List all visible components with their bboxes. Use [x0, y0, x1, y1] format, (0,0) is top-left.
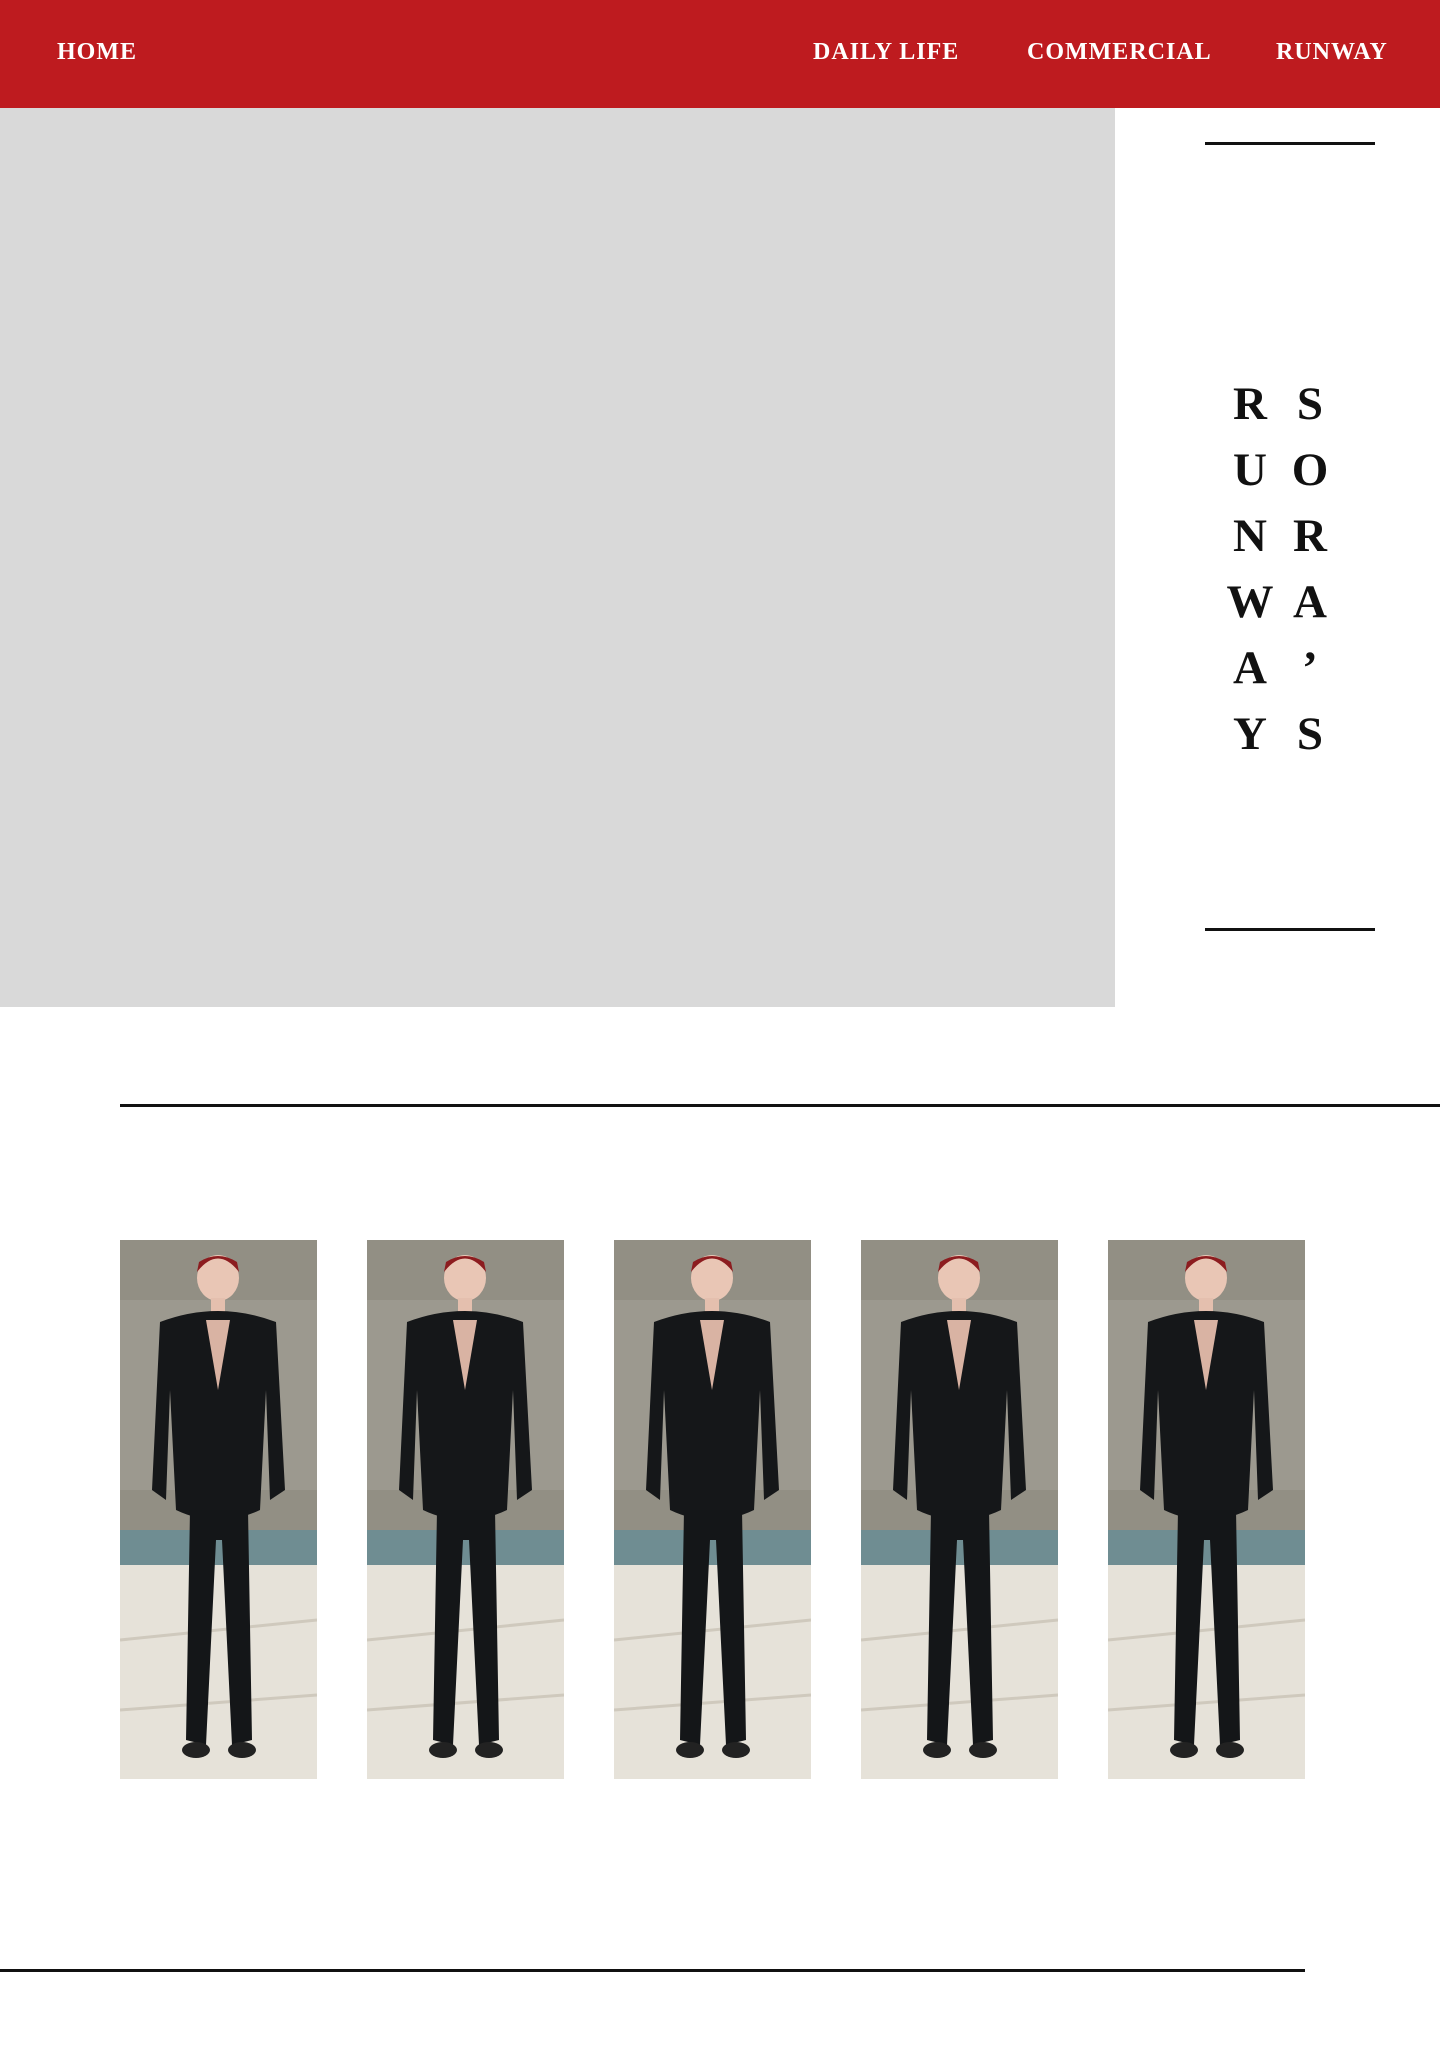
- footer-divider: [0, 1969, 1305, 1972]
- hero-image-placeholder: [0, 108, 1115, 1007]
- runway-photo[interactable]: [614, 1240, 811, 1779]
- nav-daily-life-link[interactable]: DAILY LIFE: [813, 37, 959, 67]
- top-navigation-bar: HOME DAILY LIFE COMMERCIAL RUNWAY: [0, 0, 1440, 108]
- section-divider: [120, 1104, 1440, 1107]
- runway-photo[interactable]: [367, 1240, 564, 1779]
- runway-photo[interactable]: [1108, 1240, 1305, 1779]
- nav-home-link[interactable]: HOME: [57, 37, 137, 67]
- page-title-line-2: RUNWAY: [1224, 378, 1276, 774]
- runway-photo[interactable]: [120, 1240, 317, 1779]
- page-title: SORA’S RUNWAY: [1220, 378, 1340, 774]
- runway-photo[interactable]: [861, 1240, 1058, 1779]
- page-title-line-1: SORA’S: [1284, 378, 1336, 774]
- title-bottom-rule: [1205, 928, 1375, 931]
- title-top-rule: [1205, 142, 1375, 145]
- nav-runway-link[interactable]: RUNWAY: [1276, 37, 1388, 67]
- nav-commercial-link[interactable]: COMMERCIAL: [1027, 37, 1212, 67]
